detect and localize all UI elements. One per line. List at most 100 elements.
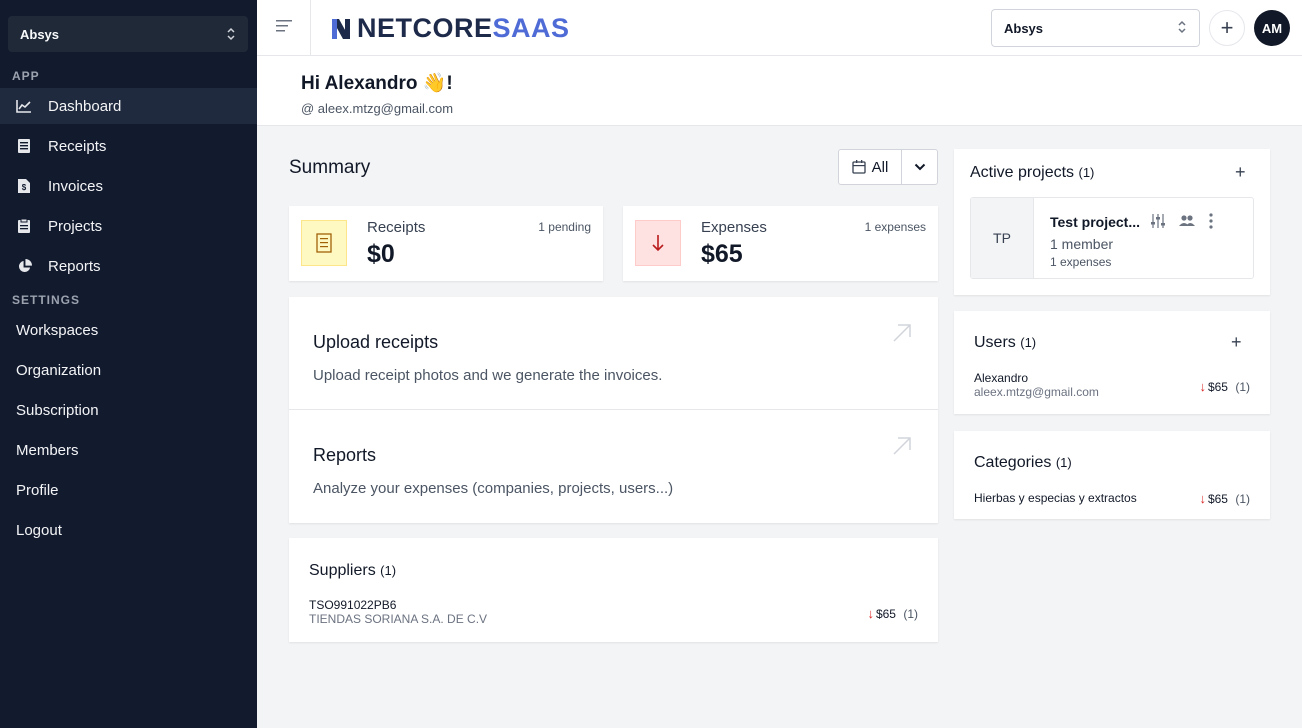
active-projects-title: Active projects (1) xyxy=(970,164,1094,182)
users-count: (1) xyxy=(1020,335,1037,350)
user-avatar[interactable]: AM xyxy=(1254,10,1290,46)
sidebar-item-logout[interactable]: Logout xyxy=(0,512,257,548)
add-user-button[interactable]: + xyxy=(1231,332,1242,353)
action-description: Upload receipt photos and we generate th… xyxy=(313,367,663,384)
sidebar-item-subscription[interactable]: Subscription xyxy=(0,392,257,428)
app-section-label: APP xyxy=(12,69,40,83)
sidebar-item-label: Reports xyxy=(48,257,101,275)
sidebar-item-label: Logout xyxy=(16,521,62,539)
chevron-down-icon xyxy=(914,163,926,171)
invoice-icon: $ xyxy=(16,178,32,194)
supplier-id: TSO991022PB6 xyxy=(309,598,397,612)
sidebar-item-workspaces[interactable]: Workspaces xyxy=(0,312,257,348)
workspace-select-label: Absys xyxy=(20,26,60,42)
supplier-row[interactable]: TSO991022PB6 TIENDAS SORIANA S.A. DE C.V xyxy=(309,598,487,626)
categories-title: Categories (1) xyxy=(974,454,1072,472)
user-email: aleex.mtzg@gmail.com xyxy=(974,385,1099,399)
sidebar-item-receipts[interactable]: Receipts xyxy=(0,128,257,164)
sidebar-item-label: Dashboard xyxy=(48,97,122,115)
sidebar-item-members[interactable]: Members xyxy=(0,432,257,468)
expenses-stat-label: Expenses xyxy=(701,219,767,236)
arrow-down-icon: ↓ xyxy=(867,606,874,621)
user-amount-value: $65 xyxy=(1207,379,1228,394)
pie-chart-icon xyxy=(16,258,32,274)
greeting-title: Hi Alexandro 👋! xyxy=(301,73,453,94)
active-projects-count: (1) xyxy=(1078,165,1095,180)
menu-toggle-button[interactable] xyxy=(257,0,311,55)
sidebar-item-label: Projects xyxy=(48,217,103,235)
user-row[interactable]: Alexandro aleex.mtzg@gmail.com xyxy=(974,371,1099,399)
sidebar-item-label: Profile xyxy=(16,481,59,499)
sidebar-item-label: Workspaces xyxy=(16,321,99,339)
sidebar-item-projects[interactable]: Projects xyxy=(0,208,257,244)
project-tools xyxy=(1151,213,1213,229)
chevron-up-down-icon xyxy=(1177,20,1187,37)
category-name[interactable]: Hierbas y especias y extractos xyxy=(974,491,1137,505)
suppliers-card: Suppliers (1) TSO991022PB6 TIENDAS SORIA… xyxy=(289,538,938,642)
project-initials: TP xyxy=(971,198,1034,278)
categories-count: (1) xyxy=(1055,455,1072,470)
sidebar-item-reports[interactable]: Reports xyxy=(0,248,257,284)
menu-icon xyxy=(275,19,292,37)
project-members: 1 member xyxy=(1050,236,1114,252)
user-name: Alexandro xyxy=(974,371,1029,385)
calendar-icon xyxy=(852,160,866,174)
clipboard-icon xyxy=(16,218,32,234)
workspace-select[interactable]: Absys xyxy=(8,16,248,52)
arrow-up-right-icon xyxy=(892,323,912,348)
category-amount: ↓ $65 (1) xyxy=(1199,491,1250,506)
sidebar-item-profile[interactable]: Profile xyxy=(0,472,257,508)
action-title: Reports xyxy=(313,445,377,465)
greeting-email: @ aleex.mtzg@gmail.com xyxy=(301,101,454,116)
supplier-amount-value: $65 xyxy=(875,606,896,621)
active-projects-card: Active projects (1) + TP Test project...… xyxy=(954,149,1270,295)
period-filter-dropdown[interactable] xyxy=(902,150,937,184)
actions-card: Upload receipts Upload receipt photos an… xyxy=(289,297,938,523)
users-icon[interactable] xyxy=(1179,215,1195,227)
sidebar-item-dashboard[interactable]: Dashboard xyxy=(0,88,257,124)
arrow-down-icon: ↓ xyxy=(1199,379,1206,394)
chart-line-icon xyxy=(16,98,32,114)
suppliers-count: (1) xyxy=(380,563,397,578)
project-item[interactable]: TP Test project... 1 member 1 expenses xyxy=(970,197,1254,279)
workspace-dropdown-label: Absys xyxy=(1004,20,1044,36)
categories-title-text: Categories xyxy=(974,454,1052,471)
sidebar-item-organization[interactable]: Organization xyxy=(0,352,257,388)
users-card: Users (1) + Alexandro aleex.mtzg@gmail.c… xyxy=(954,311,1270,414)
sidebar-item-label: Organization xyxy=(16,361,102,379)
more-vertical-icon[interactable] xyxy=(1209,213,1213,229)
expenses-count: 1 expenses xyxy=(864,220,926,234)
period-filter-button[interactable]: All xyxy=(839,150,902,184)
project-expenses: 1 expenses xyxy=(1050,255,1112,269)
sidebar: Absys APP Dashboard Receipts $ Invoices … xyxy=(0,0,257,728)
summary-title: Summary xyxy=(289,157,371,178)
supplier-name: TIENDAS SORIANA S.A. DE C.V xyxy=(309,612,488,626)
settings-section-label: SETTINGS xyxy=(12,293,81,307)
sidebar-item-invoices[interactable]: $ Invoices xyxy=(0,168,257,204)
receipts-stat-card[interactable]: Receipts $0 1 pending xyxy=(289,206,603,281)
suppliers-title: Suppliers (1) xyxy=(309,562,396,580)
top-bar: NETCORE SAAS Absys + AM xyxy=(257,0,1302,56)
users-title: Users (1) xyxy=(974,334,1036,352)
greeting-header: Hi Alexandro 👋! @ aleex.mtzg@gmail.com xyxy=(257,56,1302,126)
sidebar-item-label: Members xyxy=(16,441,79,459)
receipts-stat-value: $0 xyxy=(367,240,395,268)
add-button[interactable]: + xyxy=(1209,10,1245,46)
brand-logo[interactable]: NETCORE SAAS xyxy=(331,13,570,44)
workspace-dropdown[interactable]: Absys xyxy=(991,9,1200,47)
active-projects-title-text: Active projects xyxy=(970,164,1075,181)
user-amount-count: (1) xyxy=(1235,379,1250,394)
arrow-down-icon: ↓ xyxy=(1199,491,1206,506)
receipt-icon xyxy=(301,220,347,266)
suppliers-title-text: Suppliers xyxy=(309,562,376,579)
add-project-button[interactable]: + xyxy=(1235,162,1246,183)
category-amount-value: $65 xyxy=(1207,491,1228,506)
expenses-stat-card[interactable]: Expenses $65 1 expenses xyxy=(623,206,938,281)
category-amount-count: (1) xyxy=(1235,491,1250,506)
upload-receipts-action[interactable]: Upload receipts Upload receipt photos an… xyxy=(289,297,938,410)
sliders-icon[interactable] xyxy=(1151,214,1165,228)
reports-action[interactable]: Reports Analyze your expenses (companies… xyxy=(289,410,938,523)
action-description: Analyze your expenses (companies, projec… xyxy=(313,480,674,497)
arrow-down-icon xyxy=(635,220,681,266)
categories-card: Categories (1) Hierbas y especias y extr… xyxy=(954,431,1270,519)
